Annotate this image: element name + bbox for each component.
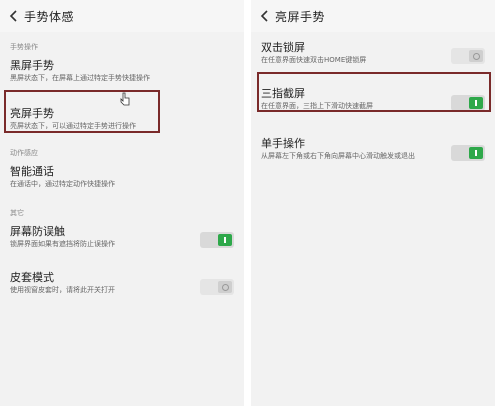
item-description: 黑屏状态下，在屏幕上通过特定手势快捷操作 [10, 74, 150, 82]
header: 亮屏手势 [251, 0, 495, 32]
item-title: 亮屏手势 [10, 107, 54, 120]
hand-cursor-icon [120, 92, 130, 106]
bright-screen-gesture-panel: 亮屏手势 双击锁屏 在任意界面快速双击HOME键锁屏 三指截屏 在任意界面，三指… [251, 0, 495, 406]
toggle-knob [469, 50, 483, 62]
toggle-knob [218, 281, 232, 293]
list-item-smart-call[interactable]: 智能通话 在通话中，通过特定动作快捷操作 [0, 160, 244, 202]
page-title: 亮屏手势 [275, 9, 326, 24]
list-item-cover-mode[interactable]: 皮套模式 使用视窗皮套时，请将此开关打开 [0, 266, 244, 308]
item-description: 亮屏状态下，可以通过特定手势进行操作 [10, 122, 136, 130]
section-title-gesture-ops: 手势操作 [10, 43, 38, 51]
item-description: 在通话中，通过特定动作快捷操作 [10, 180, 115, 188]
three-finger-screenshot-toggle[interactable] [451, 95, 485, 111]
list-item-bright-screen-gesture[interactable]: 亮屏手势 亮屏状态下，可以通过特定手势进行操作 [0, 102, 244, 142]
section-title-other: 其它 [10, 209, 24, 217]
toggle-knob [469, 97, 483, 109]
cover-mode-toggle[interactable] [200, 279, 234, 295]
anti-touch-toggle[interactable] [200, 232, 234, 248]
page-title: 手势体感 [24, 9, 75, 24]
list-item-anti-touch[interactable]: 屏幕防误触 锁屏界面如果有遮挡将防止误操作 [0, 220, 244, 260]
back-chevron-icon[interactable] [257, 9, 271, 23]
toggle-knob [469, 147, 483, 159]
header: 手势体感 [0, 0, 244, 32]
one-hand-toggle[interactable] [451, 145, 485, 161]
list-item-black-screen-gesture[interactable]: 黑屏手势 黑屏状态下，在屏幕上通过特定手势快捷操作 [0, 54, 244, 96]
gesture-settings-panel: 手势体感 手势操作 黑屏手势 黑屏状态下，在屏幕上通过特定手势快捷操作 亮屏手势… [0, 0, 244, 406]
list-item-three-finger-screenshot[interactable]: 三指截屏 在任意界面，三指上下滑动快速截屏 [251, 82, 495, 124]
section-title-motion: 动作感应 [10, 149, 38, 157]
list-item-double-tap-lock[interactable]: 双击锁屏 在任意界面快速双击HOME键锁屏 [251, 36, 495, 76]
list-item-one-hand[interactable]: 单手操作 从屏幕左下角或右下角向屏幕中心滑动触发或退出 [251, 132, 495, 174]
item-title: 智能通话 [10, 165, 54, 178]
double-tap-lock-toggle[interactable] [451, 48, 485, 64]
item-title: 黑屏手势 [10, 59, 54, 72]
back-chevron-icon[interactable] [6, 9, 20, 23]
toggle-knob [218, 234, 232, 246]
